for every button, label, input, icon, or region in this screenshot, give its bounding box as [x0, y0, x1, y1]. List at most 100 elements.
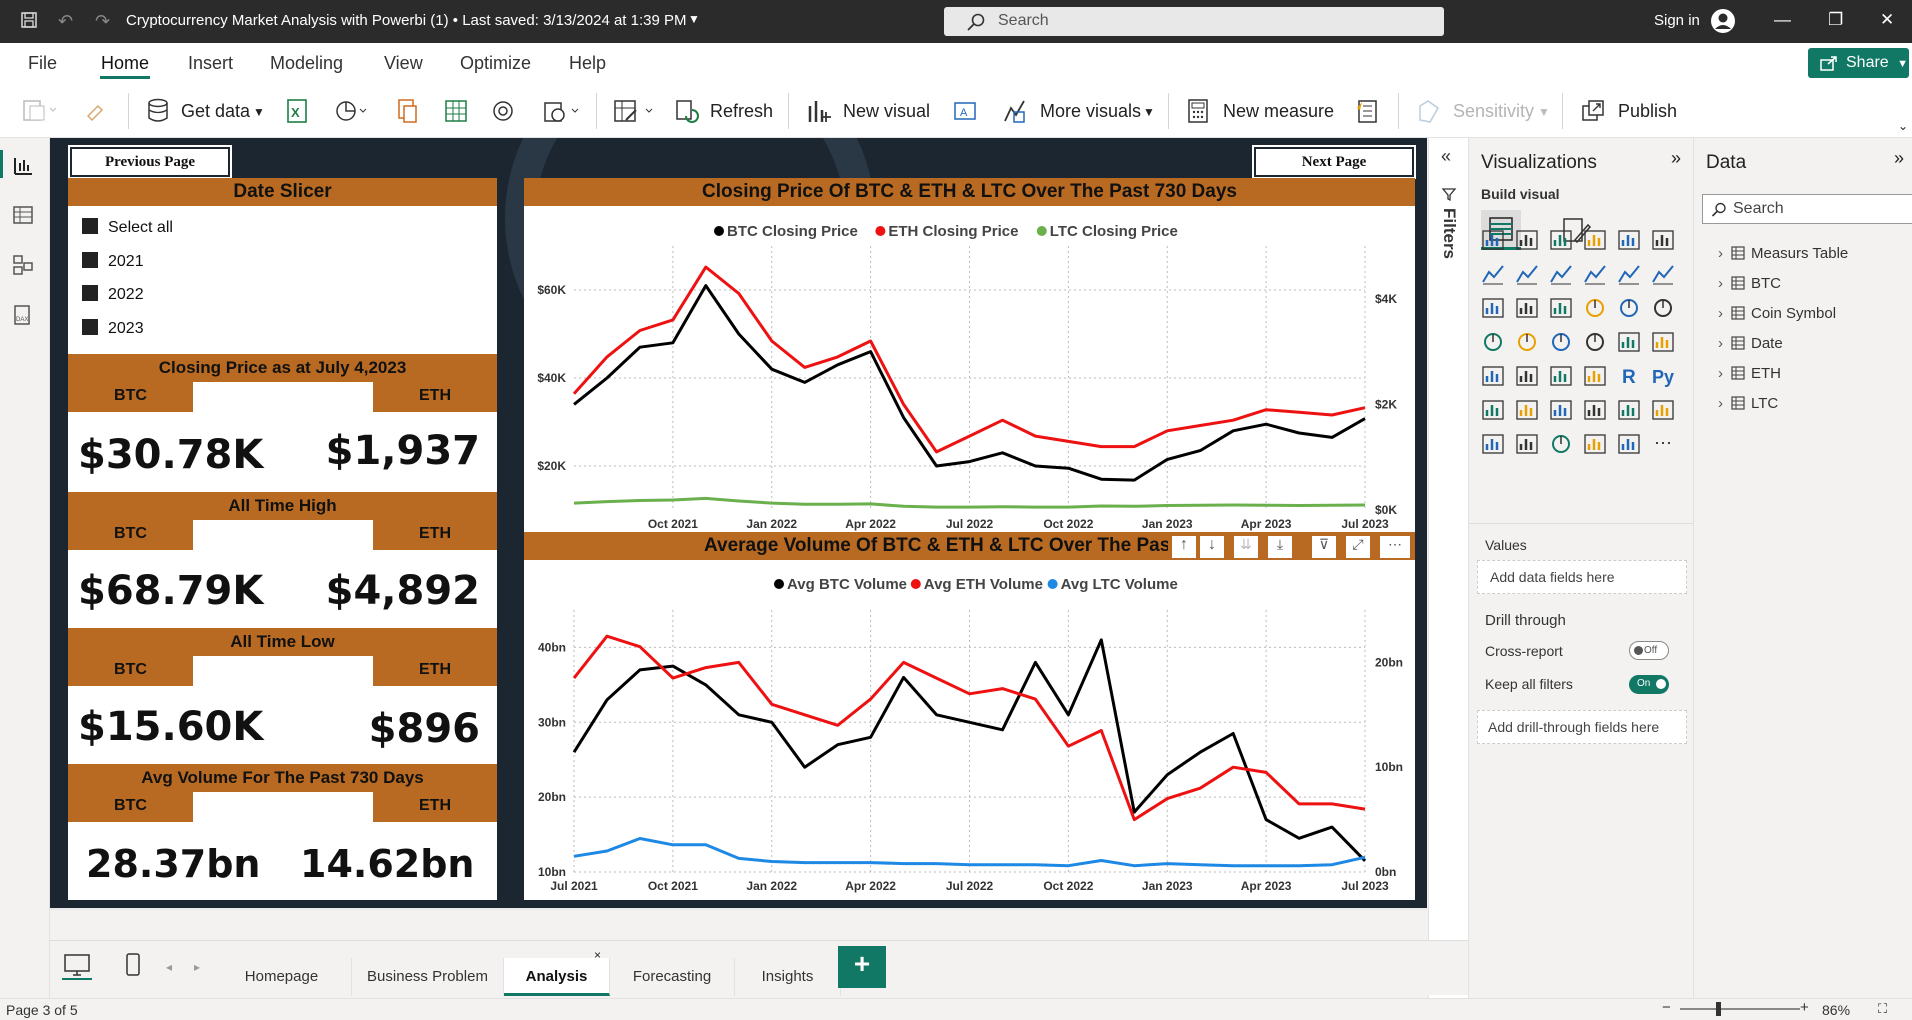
zoom-out-icon[interactable]: − — [1662, 999, 1671, 1016]
cross-report-toggle[interactable]: Off — [1629, 641, 1669, 660]
stacked-area-chart-icon[interactable] — [1549, 262, 1575, 286]
data-table-date[interactable]: › Date — [1718, 335, 1783, 352]
data-table-btc[interactable]: › BTC — [1718, 275, 1781, 292]
treemap-icon[interactable] — [1651, 296, 1677, 320]
new-measure-button[interactable]: New measure — [1223, 101, 1334, 122]
fit-to-page-icon[interactable]: ⛶ — [1878, 1001, 1887, 1017]
menu-home[interactable]: Home — [101, 53, 149, 74]
sign-in-link[interactable]: Sign in — [1654, 12, 1700, 29]
table-view-icon[interactable] — [12, 204, 38, 226]
dax-query-icon[interactable]: DAX — [12, 304, 38, 326]
get-data-button[interactable]: Get data — [181, 101, 250, 122]
recent-sources-icon[interactable] — [542, 98, 582, 129]
expand-level-icon[interactable]: ⇊ — [1234, 536, 1258, 558]
page-tab-forecasting[interactable]: Forecasting — [610, 958, 735, 996]
more-options-icon[interactable]: ⋯ — [1651, 432, 1677, 456]
slicer-option-2021[interactable]: 2021 — [82, 252, 144, 271]
zoom-slider[interactable] — [1680, 1008, 1800, 1010]
drill-through-drop-zone[interactable]: Add drill-through fields here — [1477, 710, 1687, 744]
decomposition-tree-icon[interactable] — [1515, 398, 1541, 422]
chevron-right-icon[interactable]: › — [1718, 305, 1723, 322]
chevron-down-icon[interactable]: ▼ — [1143, 105, 1155, 119]
collapse-pane-icon[interactable]: » — [1671, 148, 1681, 169]
chevron-right-icon[interactable]: › — [1718, 245, 1723, 262]
collapse-pane-icon[interactable]: » — [1894, 148, 1904, 169]
slicer-icon[interactable] — [1515, 364, 1541, 388]
more-visuals-icon[interactable] — [1002, 98, 1028, 129]
card-icon[interactable] — [1617, 330, 1643, 354]
add-page-button[interactable]: + — [838, 946, 886, 988]
data-table-eth[interactable]: › ETH — [1718, 365, 1781, 382]
funnel-chart-icon[interactable] — [1515, 296, 1541, 320]
metrics-icon[interactable] — [1617, 398, 1643, 422]
key-influencers-icon[interactable] — [1481, 398, 1507, 422]
100-stacked-column-chart-icon[interactable] — [1651, 228, 1677, 252]
menu-view[interactable]: View — [384, 53, 423, 74]
model-view-icon[interactable] — [12, 254, 38, 276]
refresh-icon[interactable] — [674, 98, 700, 129]
line-chart-icon[interactable] — [1481, 262, 1507, 286]
python-visual-icon[interactable]: Py — [1651, 364, 1677, 388]
format-painter-icon[interactable] — [84, 98, 108, 127]
volume-line-chart[interactable]: Avg BTC Volume Avg ETH Volume Avg LTC Volu… — [524, 560, 1415, 900]
keep-all-filters-toggle[interactable]: On — [1629, 675, 1669, 694]
azure-map-icon[interactable] — [1549, 330, 1575, 354]
values-drop-zone[interactable]: Add data fields here — [1477, 560, 1687, 594]
chevron-right-icon[interactable]: › — [1718, 395, 1723, 412]
share-button[interactable]: Share ▼ — [1808, 48, 1909, 78]
page-tab-business-problem[interactable]: Business Problem — [352, 958, 504, 996]
more-visuals-button[interactable]: More visuals — [1040, 101, 1141, 122]
legend-label[interactable]: Avg ETH Volume — [924, 576, 1043, 593]
zoom-in-icon[interactable]: + — [1800, 999, 1809, 1016]
line-clustered-column-chart-icon[interactable] — [1617, 262, 1643, 286]
scatter-chart-icon[interactable] — [1549, 296, 1575, 320]
legend-label[interactable]: Avg BTC Volume — [787, 576, 907, 593]
get-more-visuals-icon[interactable] — [1617, 432, 1643, 456]
ribbon-chart-icon[interactable] — [1651, 262, 1677, 286]
avatar-icon[interactable] — [1710, 8, 1736, 39]
search-input[interactable]: Search — [944, 7, 1444, 36]
close-icon[interactable]: ✕ — [1880, 10, 1894, 30]
dataverse-icon[interactable] — [490, 98, 516, 129]
zoom-slider-handle[interactable] — [1716, 1002, 1721, 1016]
focus-mode-icon[interactable]: ⤢ — [1346, 536, 1370, 558]
next-page-button[interactable]: Next Page — [1252, 145, 1416, 179]
sql-server-icon[interactable] — [396, 98, 420, 129]
more-options-icon[interactable]: ⋯ — [1380, 536, 1410, 558]
legend-label[interactable]: Avg LTC Volume — [1061, 576, 1178, 593]
smart-narrative-icon[interactable] — [1583, 398, 1609, 422]
new-visual-button[interactable]: New visual — [843, 101, 930, 122]
legend-label[interactable]: BTC Closing Price — [727, 223, 858, 240]
chevron-right-icon[interactable]: › — [1718, 365, 1723, 382]
page-tab-analysis[interactable]: Analysis — [504, 958, 610, 996]
pie-chart-icon[interactable] — [1583, 296, 1609, 320]
table-icon[interactable] — [1549, 364, 1575, 388]
calculator-icon[interactable] — [1186, 98, 1210, 129]
map-icon[interactable] — [1481, 330, 1507, 354]
restore-icon[interactable]: ❐ — [1828, 10, 1843, 30]
qa-visual-icon[interactable] — [1549, 398, 1575, 422]
undo-icon[interactable]: ↶ — [58, 11, 73, 32]
minimize-icon[interactable]: — — [1774, 10, 1791, 30]
power-automate-icon[interactable] — [1515, 432, 1541, 456]
redo-icon[interactable]: ↷ — [95, 11, 110, 32]
menu-insert[interactable]: Insert — [188, 53, 233, 74]
filled-map-icon[interactable] — [1515, 330, 1541, 354]
slicer-option-select-all[interactable]: Select all — [82, 218, 173, 237]
menu-modeling[interactable]: Modeling — [270, 53, 343, 74]
new-visual-icon[interactable] — [806, 98, 832, 129]
scroll-left-icon[interactable]: ◂ — [166, 960, 172, 974]
data-hub-icon[interactable] — [334, 98, 368, 129]
transform-data-icon[interactable] — [612, 98, 656, 129]
collapse-ribbon-icon[interactable]: ⌄ — [1898, 119, 1908, 133]
previous-page-button[interactable]: Previous Page — [68, 145, 232, 179]
menu-help[interactable]: Help — [569, 53, 606, 74]
excel-icon[interactable]: X — [285, 98, 309, 129]
scroll-right-icon[interactable]: ▸ — [194, 960, 200, 974]
multi-row-card-icon[interactable] — [1651, 330, 1677, 354]
100-stacked-bar-chart-icon[interactable] — [1617, 228, 1643, 252]
menu-optimize[interactable]: Optimize — [460, 53, 531, 74]
line-column-chart-icon[interactable] — [1583, 262, 1609, 286]
series-line-eth-closing-price[interactable] — [572, 265, 1366, 454]
chevron-down-icon[interactable]: ▼ — [253, 105, 265, 119]
